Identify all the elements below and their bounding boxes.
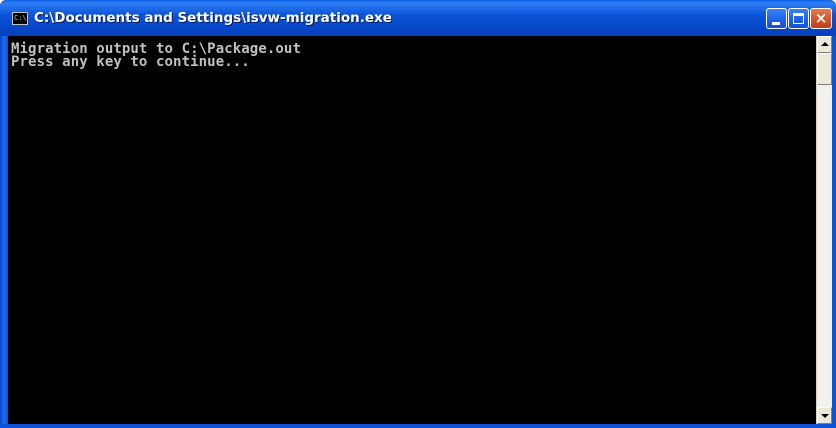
window-title: C:\Documents and Settings\isvw-migration…: [34, 10, 392, 26]
scroll-thumb[interactable]: [817, 53, 832, 85]
vertical-scrollbar[interactable]: [816, 36, 832, 424]
console-icon[interactable]: C:\: [12, 12, 28, 25]
scroll-down-button[interactable]: [817, 407, 832, 424]
minimize-button[interactable]: [766, 8, 787, 29]
window-frame-right: [832, 36, 836, 428]
minimize-icon: [772, 22, 780, 25]
maximize-icon: [793, 13, 804, 24]
window-frame-bottom: [0, 424, 836, 428]
console-window: C:\ C:\Documents and Settings\isvw-migra…: [0, 0, 836, 428]
close-icon: ×: [814, 9, 828, 27]
close-button[interactable]: ×: [810, 8, 832, 29]
window-frame-left: [0, 36, 8, 428]
maximize-button[interactable]: [788, 8, 809, 29]
console-line: Press any key to continue...: [11, 54, 250, 70]
title-bar[interactable]: C:\ C:\Documents and Settings\isvw-migra…: [0, 0, 836, 36]
scroll-up-button[interactable]: [817, 36, 832, 53]
console-output[interactable]: Migration output to C:\Package.out Press…: [8, 36, 816, 424]
arrow-up-icon: [821, 42, 829, 46]
arrow-down-icon: [821, 414, 829, 418]
